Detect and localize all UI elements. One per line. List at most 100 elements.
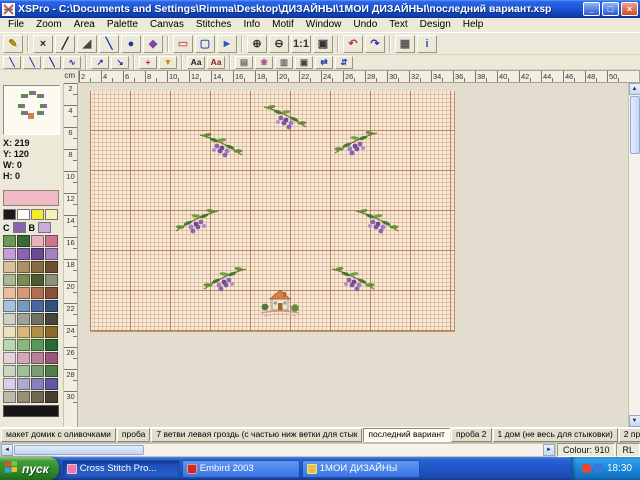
palette-swatch[interactable] <box>3 300 16 312</box>
palette-swatch[interactable] <box>3 378 16 390</box>
palette-swatch[interactable] <box>38 222 51 233</box>
horizontal-scroll-thumb[interactable] <box>14 445 144 455</box>
eraser-icon[interactable]: ▭ <box>173 35 193 53</box>
palette-view-icon[interactable]: ▤ <box>235 56 253 69</box>
design-grid[interactable] <box>90 91 455 332</box>
palette-special-swatch[interactable] <box>31 209 44 220</box>
copy-icon[interactable]: ▣ <box>295 56 313 69</box>
palette-swatch[interactable] <box>17 352 30 364</box>
backstitch-thin-icon[interactable]: ╲ <box>3 56 21 69</box>
zoom-100-icon[interactable]: 1:1 <box>291 35 311 53</box>
palette-footer-swatch[interactable] <box>3 405 59 417</box>
menu-item-zoom[interactable]: Zoom <box>30 18 68 32</box>
palette-swatch[interactable] <box>31 352 44 364</box>
palette-swatch[interactable] <box>3 248 16 260</box>
palette-swatch[interactable] <box>31 365 44 377</box>
palette-special-swatch[interactable] <box>17 209 30 220</box>
scroll-down-icon[interactable]: ▼ <box>629 415 640 427</box>
select-box-icon[interactable]: ▢ <box>195 35 215 53</box>
quarter-stitch-icon[interactable]: ◢ <box>77 35 97 53</box>
current-colour-swatch[interactable] <box>3 190 59 206</box>
curve-line-icon[interactable]: ∿ <box>63 56 81 69</box>
zoom-out-icon[interactable]: ⊖ <box>269 35 289 53</box>
undo-arrow-icon[interactable]: ↶ <box>343 35 363 53</box>
text-small-icon[interactable]: Aa <box>187 56 205 69</box>
library-icon[interactable]: ▥ <box>275 56 293 69</box>
menu-item-design[interactable]: Design <box>414 18 457 32</box>
palette-swatch[interactable] <box>45 274 58 286</box>
full-stitch-icon[interactable]: × <box>33 35 53 53</box>
scroll-left-icon[interactable]: ◄ <box>1 444 13 456</box>
palette-swatch[interactable] <box>3 261 16 273</box>
menu-item-file[interactable]: File <box>2 18 30 32</box>
arrow-se-icon[interactable]: ↘ <box>111 56 129 69</box>
zoom-in-icon[interactable]: ⊕ <box>247 35 267 53</box>
palette-swatch[interactable] <box>45 391 58 403</box>
mirror-vertical-icon[interactable]: ⇵ <box>335 56 353 69</box>
menu-item-window[interactable]: Window <box>300 18 348 32</box>
palette-swatch[interactable] <box>45 365 58 377</box>
taskbar-task-button[interactable]: 1МОИ ДИЗАЙНЫ <box>302 460 420 478</box>
palette-swatch[interactable] <box>17 287 30 299</box>
close-button[interactable]: × <box>621 2 638 16</box>
french-knot-icon[interactable]: ● <box>121 35 141 53</box>
zoom-fit-icon[interactable]: ▣ <box>313 35 333 53</box>
palette-swatch[interactable] <box>31 300 44 312</box>
colour-picker-icon[interactable]: + <box>139 56 157 69</box>
grid-toggle-icon[interactable]: ▦ <box>395 35 415 53</box>
palette-swatch[interactable] <box>17 300 30 312</box>
horizontal-scrollbar[interactable]: ◄ ► <box>0 443 556 457</box>
palette-swatch[interactable] <box>17 339 30 351</box>
backstitch-thick-icon[interactable]: ╲ <box>43 56 61 69</box>
palette-swatch[interactable] <box>13 222 26 233</box>
menu-item-info[interactable]: Info <box>237 18 266 32</box>
palette-special-swatch[interactable] <box>45 209 58 220</box>
palette-swatch[interactable] <box>45 248 58 260</box>
palette-swatch[interactable] <box>31 248 44 260</box>
menu-item-motif[interactable]: Motif <box>266 18 300 32</box>
text-large-icon[interactable]: Aa <box>207 56 225 69</box>
palette-swatch[interactable] <box>3 339 16 351</box>
flood-fill-icon[interactable]: ▼ <box>159 56 177 69</box>
palette-swatch[interactable] <box>3 326 16 338</box>
menu-item-stitches[interactable]: Stitches <box>190 18 238 32</box>
bead-tool-icon[interactable]: ◆ <box>143 35 163 53</box>
palette-swatch[interactable] <box>17 391 30 403</box>
palette-swatch[interactable] <box>17 261 30 273</box>
palette-swatch[interactable] <box>31 391 44 403</box>
palette-swatch[interactable] <box>31 261 44 273</box>
palette-swatch[interactable] <box>17 326 30 338</box>
palette-swatch[interactable] <box>31 274 44 286</box>
palette-swatch[interactable] <box>17 313 30 325</box>
vertical-scroll-thumb[interactable] <box>630 96 640 154</box>
design-tab[interactable]: последний вариант <box>363 428 450 442</box>
palette-swatch[interactable] <box>45 352 58 364</box>
menu-item-canvas[interactable]: Canvas <box>144 18 190 32</box>
scroll-up-icon[interactable]: ▲ <box>629 83 640 95</box>
palette-swatch[interactable] <box>45 261 58 273</box>
taskbar-task-button[interactable]: Cross Stitch Pro... <box>62 460 180 478</box>
mirror-horizontal-icon[interactable]: ⇄ <box>315 56 333 69</box>
palette-swatch[interactable] <box>31 378 44 390</box>
design-info-icon[interactable]: i <box>417 35 437 53</box>
palette-swatch[interactable] <box>17 378 30 390</box>
palette-swatch[interactable] <box>17 248 30 260</box>
palette-swatch[interactable] <box>31 287 44 299</box>
palette-swatch[interactable] <box>31 235 44 247</box>
scroll-right-icon[interactable]: ► <box>543 444 555 456</box>
pencil-tool-icon[interactable]: ✎ <box>3 35 23 53</box>
palette-swatch[interactable] <box>3 287 16 299</box>
palette-swatch[interactable] <box>3 274 16 286</box>
menu-item-undo[interactable]: Undo <box>347 18 383 32</box>
design-tab[interactable]: 1 дом (не весь для стыковки) <box>493 428 618 442</box>
palette-swatch[interactable] <box>3 313 16 325</box>
title-bar[interactable]: XSPro - C:\Documents and Settings\Rimma\… <box>0 0 640 18</box>
palette-swatch[interactable] <box>31 313 44 325</box>
palette-swatch[interactable] <box>45 313 58 325</box>
palette-swatch[interactable] <box>45 300 58 312</box>
backstitch-medium-icon[interactable]: ╲ <box>23 56 41 69</box>
design-tab[interactable]: проба <box>117 428 150 442</box>
palette-swatch[interactable] <box>3 391 16 403</box>
menu-item-palette[interactable]: Palette <box>101 18 144 32</box>
palette-swatch[interactable] <box>31 339 44 351</box>
